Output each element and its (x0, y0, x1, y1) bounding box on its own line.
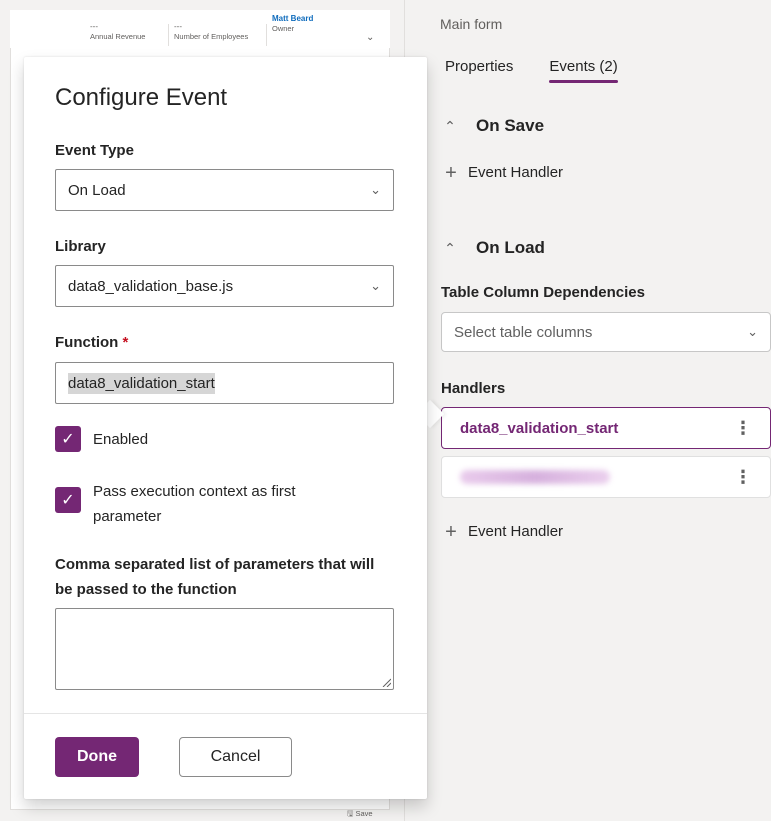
required-marker: * (122, 334, 129, 351)
form-type-label: Main form (440, 16, 503, 32)
function-label: Function * (55, 334, 128, 351)
save-icon: 🖫 (347, 809, 354, 818)
add-handler-label: Event Handler (468, 523, 564, 540)
employees-label: Number of Employees (174, 32, 249, 41)
function-value[interactable]: data8_validation_start (68, 372, 215, 394)
parameters-label: Comma separated list of parameters that … (55, 556, 375, 598)
header-divider (168, 24, 169, 46)
chevron-down-icon: ⌄ (747, 324, 758, 339)
configure-event-dialog: Configure Event Event Type On Load ⌄ Lib… (24, 57, 427, 799)
event-type-label: Event Type (55, 142, 134, 159)
library-select[interactable]: data8_validation_base.js ⌄ (55, 265, 394, 307)
handler-item[interactable]: ⋮ (441, 456, 771, 498)
plus-icon: + (445, 520, 457, 543)
handlers-label: Handlers (441, 380, 506, 397)
owner-label: Owner (272, 24, 295, 33)
employees-field: --- Number of Employees (174, 22, 248, 42)
event-type-select[interactable]: On Load ⌄ (55, 169, 394, 211)
save-label: Save (355, 809, 373, 818)
more-options-icon[interactable]: ⋮ (734, 468, 752, 486)
owner-field[interactable]: Matt Beard Owner (272, 14, 313, 34)
add-event-handler-on-load-button[interactable]: + Event Handler (443, 520, 564, 543)
add-event-handler-on-save-button[interactable]: + Event Handler (443, 161, 564, 184)
parameters-textarea[interactable] (55, 608, 394, 690)
annual-revenue-field: --- Annual Revenue (90, 22, 145, 42)
annual-revenue-label: Annual Revenue (90, 32, 146, 41)
enabled-checkbox-row[interactable]: ✓ Enabled (55, 426, 148, 452)
done-button[interactable]: Done (55, 737, 139, 777)
function-input[interactable]: data8_validation_start (55, 362, 394, 404)
table-columns-select[interactable]: Select table columns ⌄ (441, 312, 771, 352)
table-column-dependencies-label: Table Column Dependencies (441, 284, 645, 301)
on-load-section-header[interactable]: ⌃ On Load (442, 238, 545, 258)
chevron-up-icon[interactable]: ⌃ (442, 118, 458, 135)
cancel-button[interactable]: Cancel (179, 737, 292, 777)
pass-context-checkbox-row[interactable]: ✓ Pass execution context as first parame… (55, 479, 353, 529)
function-label-text: Function (55, 334, 119, 351)
pane-tabs: Properties Events (2) (445, 58, 619, 83)
on-save-heading: On Save (476, 116, 545, 135)
handler-item-selected[interactable]: data8_validation_start ⋮ (441, 407, 771, 449)
chevron-down-icon: ⌄ (370, 278, 381, 293)
header-divider (266, 24, 267, 46)
plus-icon: + (445, 161, 457, 184)
employees-value: --- (174, 22, 182, 31)
on-save-section-header[interactable]: ⌃ On Save (442, 116, 544, 136)
form-header: --- Annual Revenue --- Number of Employe… (10, 10, 390, 48)
pass-context-checkbox[interactable]: ✓ (55, 487, 81, 513)
pass-context-label: Pass execution context as first paramete… (93, 483, 296, 525)
resize-grip-icon[interactable] (381, 677, 391, 687)
dialog-footer-divider (24, 713, 427, 714)
enabled-label: Enabled (93, 430, 149, 448)
chevron-up-icon[interactable]: ⌃ (442, 240, 458, 257)
more-options-icon[interactable]: ⋮ (734, 419, 752, 437)
save-button[interactable]: 🖫 Save (347, 808, 373, 821)
table-columns-placeholder: Select table columns (454, 323, 593, 341)
on-load-heading: On Load (476, 238, 545, 257)
chevron-down-icon: ⌄ (370, 182, 381, 197)
tab-events[interactable]: Events (2) (549, 58, 619, 83)
enabled-checkbox[interactable]: ✓ (55, 426, 81, 452)
add-handler-label: Event Handler (468, 164, 564, 181)
event-type-value: On Load (68, 181, 126, 199)
dialog-title: Configure Event (55, 84, 228, 111)
chevron-down-icon[interactable]: ⌄ (366, 32, 374, 43)
tab-properties[interactable]: Properties (445, 58, 513, 83)
redacted-handler-name (460, 470, 610, 484)
library-label: Library (55, 238, 106, 255)
library-value: data8_validation_base.js (68, 277, 234, 295)
owner-value[interactable]: Matt Beard (272, 14, 313, 24)
handler-name: data8_validation_start (460, 419, 619, 437)
annual-revenue-value: --- (90, 22, 98, 31)
